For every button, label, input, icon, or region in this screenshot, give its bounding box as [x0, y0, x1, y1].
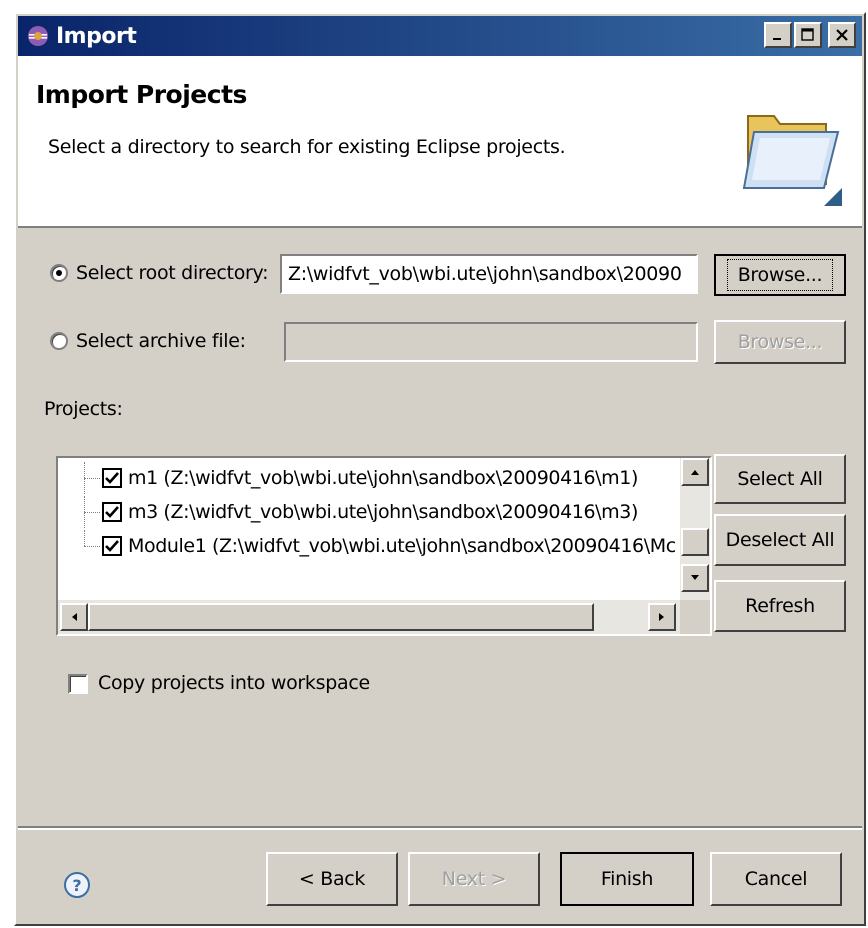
page-description: Select a directory to search for existin…	[48, 136, 566, 158]
archive-file-radio[interactable]	[50, 332, 68, 350]
horizontal-scroll-thumb[interactable]	[88, 603, 594, 631]
root-browse-label: Browse...	[726, 259, 834, 291]
arrow-down-icon	[691, 575, 699, 580]
select-all-button[interactable]: Select All	[714, 454, 846, 504]
root-browse-button[interactable]: Browse...	[714, 254, 846, 296]
refresh-button[interactable]: Refresh	[714, 580, 846, 632]
root-directory-label: Select root directory:	[76, 262, 269, 284]
projects-label: Projects:	[44, 398, 123, 420]
back-button[interactable]: < Back	[266, 852, 398, 906]
cancel-button[interactable]: Cancel	[710, 852, 842, 906]
checkmark-icon	[105, 540, 119, 552]
root-directory-input[interactable]: Z:\widfvt_vob\wbi.ute\john\sandbox\20090	[280, 254, 698, 294]
archive-file-input[interactable]	[284, 322, 698, 362]
vertical-scrollbar[interactable]	[680, 458, 710, 600]
maximize-button[interactable]	[794, 22, 822, 48]
vertical-scroll-thumb[interactable]	[681, 528, 709, 556]
finish-button[interactable]: Finish	[560, 852, 694, 906]
root-directory-radio[interactable]	[50, 264, 68, 282]
folder-icon	[742, 115, 842, 206]
minimize-icon	[773, 38, 781, 40]
tree-item[interactable]: m3 (Z:\widfvt_vob\wbi.ute\john\sandbox\2…	[58, 496, 638, 528]
tree-item[interactable]: m1 (Z:\widfvt_vob\wbi.ute\john\sandbox\2…	[58, 462, 638, 494]
scroll-left-button[interactable]	[60, 603, 88, 631]
next-button[interactable]: Next >	[408, 852, 540, 906]
minimize-button[interactable]	[764, 22, 792, 48]
import-dialog: Import Import Projects Select a director…	[14, 12, 866, 926]
archive-file-label: Select archive file:	[76, 330, 246, 352]
radio-selected-dot	[56, 270, 62, 276]
checkmark-icon	[105, 506, 119, 518]
projects-tree[interactable]: m1 (Z:\widfvt_vob\wbi.ute\john\sandbox\2…	[56, 456, 712, 636]
scroll-up-button[interactable]	[681, 458, 709, 486]
scroll-down-button[interactable]	[681, 564, 709, 592]
project-label: Module1 (Z:\widfvt_vob\wbi.ute\john\sand…	[128, 535, 676, 557]
copy-projects-label: Copy projects into workspace	[98, 672, 370, 694]
horizontal-scrollbar[interactable]	[58, 600, 680, 634]
deselect-all-button[interactable]: Deselect All	[714, 514, 846, 566]
tree-item[interactable]: Module1 (Z:\widfvt_vob\wbi.ute\john\sand…	[58, 530, 676, 562]
project-checkbox[interactable]	[102, 468, 122, 488]
footer-separator	[18, 826, 862, 830]
page-title: Import Projects	[36, 80, 247, 109]
project-label: m1 (Z:\widfvt_vob\wbi.ute\john\sandbox\2…	[128, 467, 638, 489]
arrow-right-icon	[659, 613, 664, 621]
eclipse-icon	[26, 24, 50, 48]
close-icon	[836, 29, 848, 41]
wizard-header: Import Projects Select a directory to se…	[18, 56, 862, 228]
close-button[interactable]	[828, 22, 856, 48]
archive-browse-button[interactable]: Browse...	[714, 320, 846, 364]
arrow-up-icon	[691, 470, 699, 475]
project-checkbox[interactable]	[102, 502, 122, 522]
arrow-left-icon	[72, 613, 77, 621]
window-title: Import	[56, 23, 137, 49]
checkmark-icon	[105, 472, 119, 484]
project-checkbox[interactable]	[102, 536, 122, 556]
scroll-right-button[interactable]	[648, 603, 676, 631]
help-icon[interactable]: ?	[64, 872, 90, 898]
project-label: m3 (Z:\widfvt_vob\wbi.ute\john\sandbox\2…	[128, 501, 638, 523]
scrollbar-corner	[680, 600, 710, 634]
copy-projects-checkbox[interactable]	[68, 674, 88, 694]
maximize-icon	[801, 28, 814, 41]
title-bar[interactable]: Import	[18, 16, 862, 56]
